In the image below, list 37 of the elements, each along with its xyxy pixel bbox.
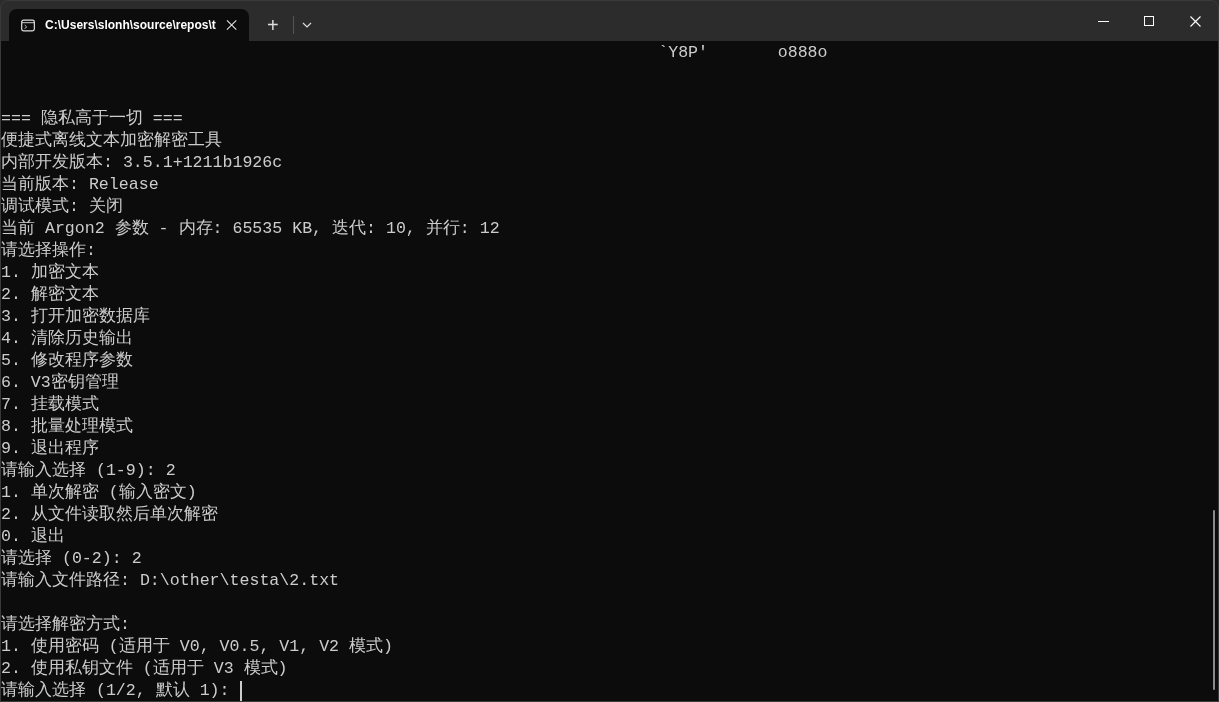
terminal-line: 4. 清除历史输出 [1,328,133,350]
dropdown-caret-icon[interactable] [301,22,312,28]
terminal-line: 便捷式离线文本加密解密工具 [1,130,222,152]
terminal-line: 3. 打开加密数据库 [1,306,150,328]
terminal-line: 5. 修改程序参数 [1,350,133,372]
terminal-line: 调试模式: 关闭 [1,196,123,218]
maximize-icon[interactable] [1144,16,1154,26]
terminal-line: 请选择操作: [1,240,96,262]
terminal-line: 1. 使用密码 (适用于 V0, V0.5, V1, V2 模式) [1,636,393,658]
text-cursor [239,681,242,701]
terminal-tab[interactable]: C:\Users\slonh\source\repos\t [9,9,249,41]
terminal-line: 2. 解密文本 [1,284,99,306]
close-tab-icon[interactable] [225,19,237,31]
new-tab-button[interactable]: + [261,15,285,35]
terminal-line: 6. V3密钥管理 [1,372,119,394]
scrollbar-thumb[interactable] [1213,510,1215,690]
terminal-icon [21,18,36,32]
minimize-icon[interactable] [1097,20,1109,22]
terminal-line: 请输入选择 (1-9): 2 [1,460,176,482]
terminal-line: 请选择 (0-2): 2 [1,548,142,570]
terminal-line: 请输入文件路径: D:\other\testa\2.txt [1,570,340,592]
terminal-line: `Y8P' o888o [657,42,828,64]
close-window-icon[interactable] [1189,15,1201,27]
terminal-line: 当前版本: Release [1,174,159,196]
terminal-line: 1. 单次解密 (输入密文) [1,482,197,504]
terminal-line: 请选择解密方式: [1,614,130,636]
terminal-line: 7. 挂载模式 [1,394,99,416]
terminal-line: 当前 Argon2 参数 - 内存: 65535 KB, 迭代: 10, 并行: 12 [1,218,500,240]
terminal-line: 1. 加密文本 [1,262,99,284]
terminal-line: 请输入选择 (1/2, 默认 1): [1,680,231,701]
terminal-line: 2. 从文件读取然后单次解密 [1,504,218,526]
terminal-line: 2. 使用私钥文件 (适用于 V3 模式) [1,658,288,680]
terminal-line: === 隐私高于一切 === [1,108,183,130]
terminal-line: 内部开发版本: 3.5.1+1211b1926c [1,152,283,174]
terminal-line: 0. 退出 [1,526,65,548]
terminal-line: 8. 批量处理模式 [1,416,133,438]
terminal-line: 9. 退出程序 [1,438,99,460]
